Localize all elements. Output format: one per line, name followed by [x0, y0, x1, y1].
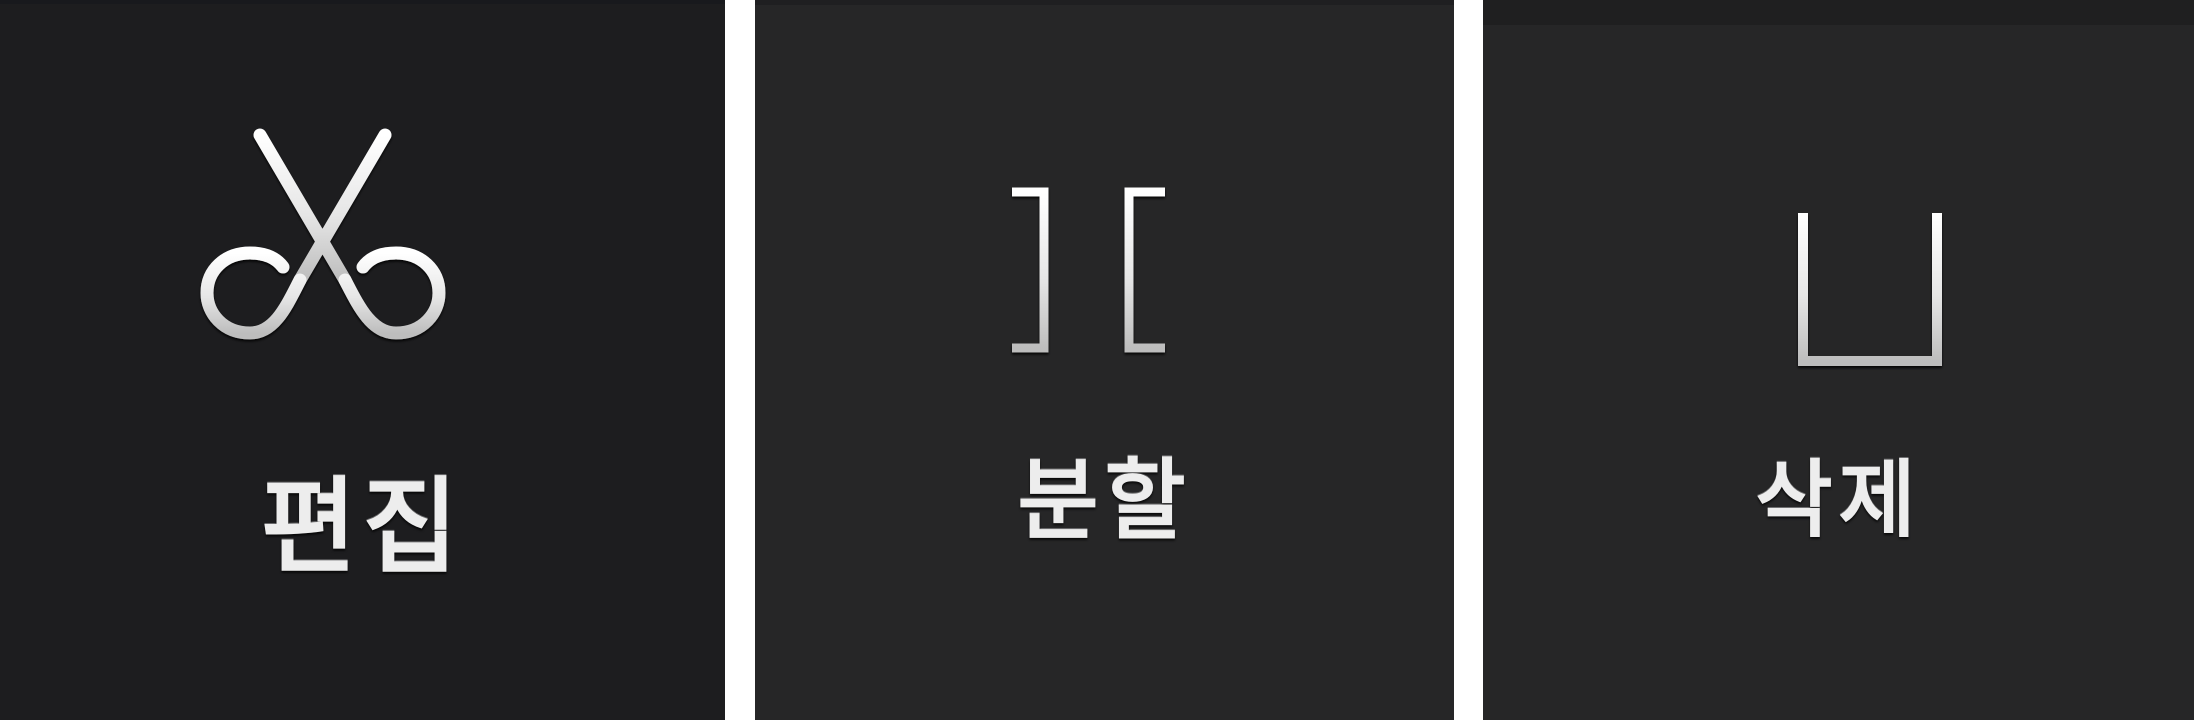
split-brackets-icon [1012, 187, 1165, 353]
delete-panel-top-edge [1483, 0, 2194, 25]
edit-label: 편집 [260, 466, 465, 588]
edit-button[interactable]: 편집 [0, 0, 725, 720]
delete-label: 삭제 [1755, 451, 1922, 549]
scissors-icon [200, 128, 446, 340]
split-button[interactable]: 분할 [755, 0, 1454, 720]
delete-button[interactable]: 삭제 [1483, 0, 2194, 720]
split-panel-top-edge [755, 0, 1454, 5]
edit-panel-top-edge [0, 0, 725, 4]
split-label: 분할 [1017, 449, 1192, 552]
trash-can-icon [1778, 188, 1962, 366]
